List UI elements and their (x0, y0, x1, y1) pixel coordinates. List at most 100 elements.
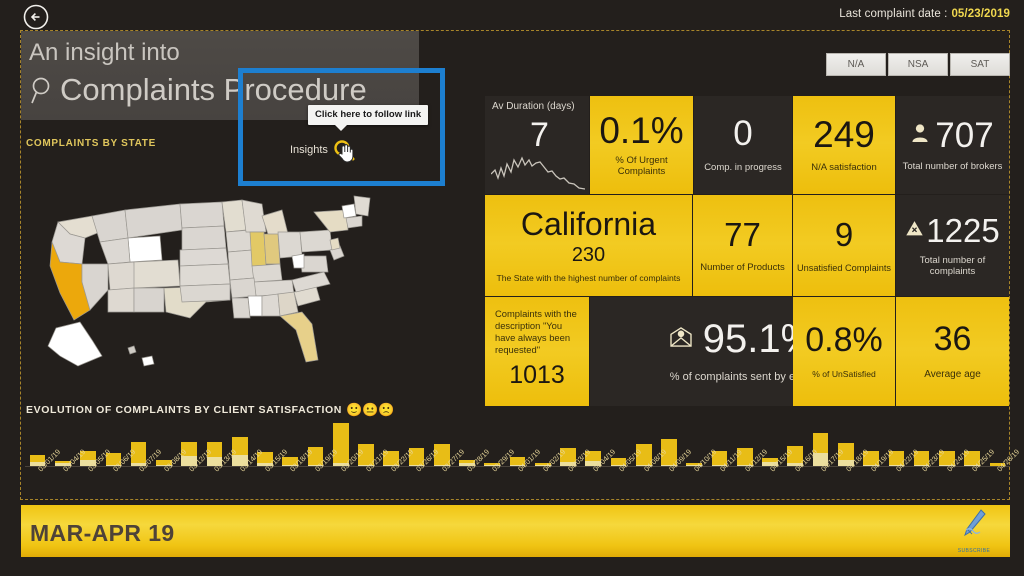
chart-title: EVOLUTION OF COMPLAINTS BY CLIENT SATISF… (26, 402, 395, 418)
magnifier-icon (333, 139, 355, 161)
link-tooltip: Click here to follow link (308, 105, 429, 131)
av-duration-sparkline (490, 150, 586, 192)
state-in (263, 233, 281, 265)
kpi-pct-unsatisfied-label: % of UnSatisfied (812, 369, 876, 380)
page-title: Complaints Procedure (60, 72, 367, 107)
state-vt (341, 203, 357, 219)
satisfaction-emoji-legend: 🙂😐🙁 (345, 402, 395, 417)
slicer-group: N/A NSA SAT (824, 53, 1010, 76)
kpi-pct-unsatisfied[interactable]: 0.8% % of UnSatisfied (793, 297, 895, 406)
kpi-comp-in-progress-value: 0 (733, 114, 753, 154)
kpi-average-age-value: 36 (933, 320, 972, 359)
state-ut2 (99, 237, 131, 265)
state-mt (124, 203, 183, 239)
state-ky (251, 263, 283, 283)
complaints-by-state-map[interactable] (30, 160, 430, 402)
state-hi2 (141, 355, 155, 367)
kpi-unsatisfied-complaints[interactable]: 9 Unsatisfied Complaints (793, 195, 895, 296)
person-icon (911, 123, 929, 148)
back-arrow-circle-icon[interactable] (22, 3, 50, 31)
state-id (91, 209, 129, 243)
kpi-comp-in-progress[interactable]: 0 Comp. in progress (694, 96, 792, 194)
map-title: COMPLAINTS BY STATE (26, 138, 156, 149)
state-nj (329, 237, 341, 251)
state-ok (179, 283, 231, 303)
kpi-number-of-products-value: 77 (724, 215, 761, 253)
last-complaint-date: Last complaint date :05/23/2019 (839, 8, 1010, 20)
slicer-na[interactable]: N/A (826, 53, 886, 76)
state-ar (229, 277, 257, 299)
kpi-top-state-value: 230 (571, 243, 606, 266)
insights-link-label: Insights (290, 144, 328, 156)
kpi-total-brokers-value: 707 (935, 115, 994, 155)
kpi-av-duration-value: 7 (530, 116, 549, 154)
kpi-top-state[interactable]: California 230 The State with the highes… (485, 195, 692, 296)
state-nd (179, 201, 225, 229)
kpi-total-complaints-label: Total number of complaints (919, 254, 986, 277)
kpi-top-state-name: California (520, 205, 657, 242)
kpi-na-satisfaction-value: 249 (813, 114, 875, 156)
state-ma (345, 215, 363, 229)
kpi-total-complaints-value: 1225 (926, 211, 1000, 249)
state-ut (107, 261, 137, 291)
kpi-average-age[interactable]: 36 Average age (896, 297, 1009, 406)
state-al (261, 293, 281, 317)
kpi-na-satisfaction-label: N/A satisfaction (811, 162, 877, 174)
slicer-sat[interactable]: SAT (950, 53, 1010, 76)
kpi-av-duration-caption: Av Duration (days) (492, 101, 575, 112)
kpi-total-brokers[interactable]: 707 Total number of brokers (896, 96, 1009, 194)
dashboard-page: Last complaint date :05/23/2019 An insig… (0, 0, 1024, 576)
state-ms (247, 295, 263, 317)
kpi-description-count-value: 1013 (509, 361, 565, 390)
state-oh (277, 231, 303, 259)
state-me (353, 195, 371, 217)
state-co (133, 259, 181, 289)
state-il (249, 231, 267, 267)
page-subtitle: An insight into (29, 39, 180, 66)
state-mo (227, 249, 255, 281)
insights-link[interactable]: Insights (290, 139, 355, 161)
kpi-number-of-products[interactable]: 77 Number of Products (693, 195, 792, 296)
state-ne (179, 247, 229, 267)
kpi-pct-unsatisfied-value: 0.8% (805, 321, 883, 360)
kpi-unsatisfied-complaints-label: Unsatisfied Complaints (797, 262, 891, 273)
state-wy (127, 235, 163, 263)
subscribe-logo[interactable]: SUBSCRIBE (944, 508, 1004, 554)
envelope-icon (669, 326, 693, 352)
kpi-pct-urgent-label: % Of Urgent Complaints (615, 155, 668, 177)
kpi-pct-urgent-value: 0.1% (599, 110, 684, 152)
kpi-unsatisfied-complaints-value: 9 (834, 215, 854, 253)
magnifier-icon (30, 76, 56, 106)
kpi-pct-urgent[interactable]: 0.1% % Of Urgent Complaints (590, 96, 693, 194)
last-complaint-date-value: 05/23/2019 (951, 8, 1010, 20)
state-ks (179, 263, 231, 287)
chart-title-text: EVOLUTION OF COMPLAINTS BY CLIENT SATISF… (26, 404, 342, 416)
state-ak (47, 321, 103, 367)
state-nm (133, 287, 165, 313)
footer-period-label: MAR-APR 19 (30, 520, 175, 546)
kpi-number-of-products-label: Number of Products (700, 261, 785, 273)
state-la (231, 297, 251, 319)
kpi-comp-in-progress-label: Comp. in progress (704, 162, 782, 174)
state-pa (299, 229, 333, 253)
last-complaint-date-label: Last complaint date : (839, 8, 948, 20)
subscribe-logo-label: SUBSCRIBE (957, 548, 991, 554)
state-ia (225, 229, 253, 253)
kpi-description-count-caption: Complaints with the description "You hav… (495, 308, 577, 356)
kpi-top-state-label: The State with the highest number of com… (496, 272, 681, 283)
state-sd (181, 225, 227, 251)
kpi-av-duration[interactable]: Av Duration (days) 7 (485, 96, 589, 194)
state-fl (279, 311, 319, 363)
state-wv (291, 253, 305, 269)
kpi-description-count[interactable]: Complaints with the description "You hav… (485, 297, 589, 406)
chart-x-axis-ticks: 03/01/19 03/04/19 03/05/19 03/06/19 03/07/19… (25, 447, 1022, 501)
kpi-average-age-label: Average age (924, 369, 981, 381)
kpi-total-brokers-label: Total number of brokers (902, 160, 1003, 172)
kpi-na-satisfaction[interactable]: 249 N/A satisfaction (793, 96, 895, 194)
slicer-nsa[interactable]: NSA (888, 53, 948, 76)
warning-triangle-icon (905, 219, 924, 242)
kpi-grid: Av Duration (days) 7 0.1% % Of Urgent Co… (485, 96, 1009, 406)
state-az (107, 287, 135, 313)
kpi-total-complaints[interactable]: 1225 Total number of complaints (896, 195, 1009, 296)
state-hi1 (127, 345, 137, 355)
